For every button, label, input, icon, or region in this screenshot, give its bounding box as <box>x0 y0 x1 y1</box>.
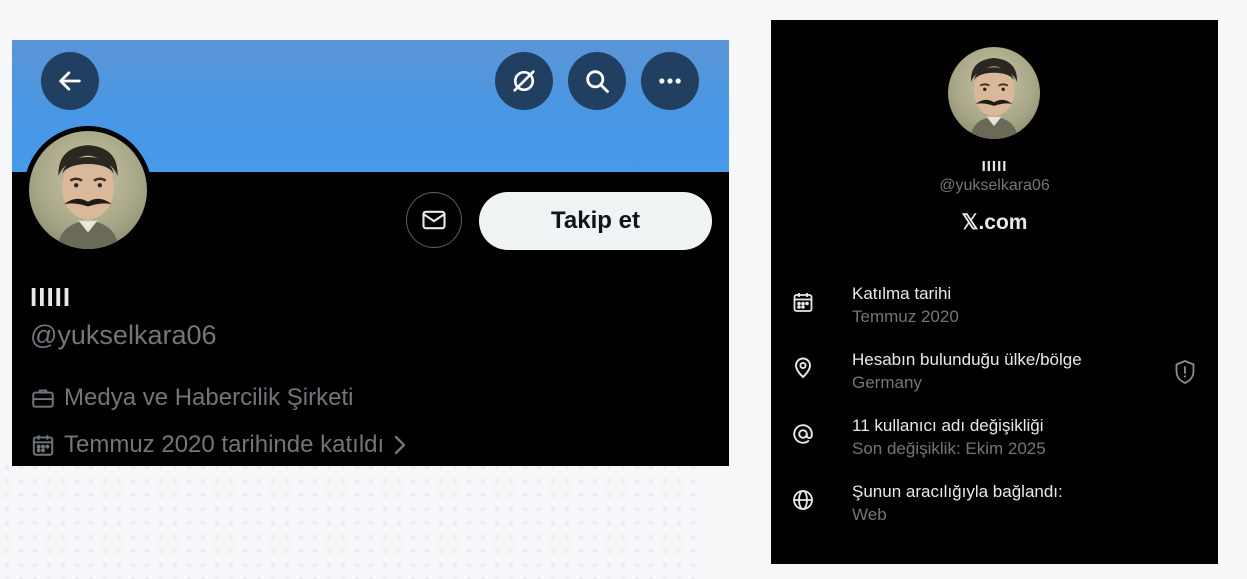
about-display-name: IIIII <box>981 158 1008 175</box>
location-pin-icon <box>791 356 815 380</box>
joined-row[interactable]: Temmuz 2020 tarihinde katıldı <box>30 431 408 459</box>
shield-alert-icon[interactable] <box>1173 359 1197 385</box>
calendar-icon <box>30 432 56 458</box>
about-panel: IIIII @yukselkara06 𝕏.com Katılma tarihi… <box>771 20 1218 564</box>
grok-icon <box>513 70 535 92</box>
more-icon <box>659 78 681 84</box>
info-row-country: Hesabın bulunduğu ülke/bölge Germany <box>791 350 1201 400</box>
profile-card: Takip et IIIII @yukselkara06 Medya ve Ha… <box>12 40 729 466</box>
search-icon <box>586 70 609 93</box>
info-row-joined: Katılma tarihi Temmuz 2020 <box>791 284 1201 334</box>
about-handle: @yukselkara06 <box>939 177 1050 194</box>
about-site: 𝕏.com <box>961 211 1028 234</box>
mail-icon <box>422 210 446 230</box>
briefcase-icon <box>30 385 56 411</box>
follow-button[interactable]: Takip et <box>479 192 712 250</box>
background-pattern <box>0 460 700 579</box>
info-row-connected-via: Şunun aracılığıyla bağlandı: Web <box>791 482 1201 532</box>
at-sign-icon <box>791 422 815 446</box>
info-value: Web <box>852 505 887 524</box>
info-row-username-changes: 11 kullanıcı adı değişikliği Son değişik… <box>791 416 1201 466</box>
info-title: 11 kullanıcı adı değişikliği <box>852 416 1044 435</box>
globe-icon <box>791 488 815 512</box>
display-name: IIIII <box>30 282 72 312</box>
info-title: Şunun aracılığıyla bağlandı: <box>852 482 1063 501</box>
category-row: Medya ve Habercilik Şirketi <box>30 384 353 412</box>
search-button[interactable] <box>568 52 626 110</box>
about-avatar <box>948 47 1040 139</box>
handle: @yukselkara06 <box>30 320 217 350</box>
info-title: Hesabın bulunduğu ülke/bölge <box>852 350 1082 369</box>
calendar-icon <box>791 290 815 314</box>
back-button[interactable] <box>41 52 99 110</box>
category-label: Medya ve Habercilik Şirketi <box>64 384 354 411</box>
grok-button[interactable] <box>495 52 553 110</box>
avatar[interactable] <box>29 131 147 249</box>
avatar-portrait <box>970 58 1018 139</box>
message-button[interactable] <box>406 192 462 248</box>
avatar-portrait <box>57 145 119 249</box>
info-value: Son değişiklik: Ekim 2025 <box>852 439 1046 458</box>
info-title: Katılma tarihi <box>852 284 952 303</box>
info-value: Germany <box>852 373 922 392</box>
arrow-left-icon <box>59 71 81 91</box>
more-button[interactable] <box>641 52 699 110</box>
info-value: Temmuz 2020 <box>852 307 959 326</box>
chevron-right-icon <box>392 433 408 457</box>
joined-label: Temmuz 2020 tarihinde katıldı <box>64 431 385 458</box>
